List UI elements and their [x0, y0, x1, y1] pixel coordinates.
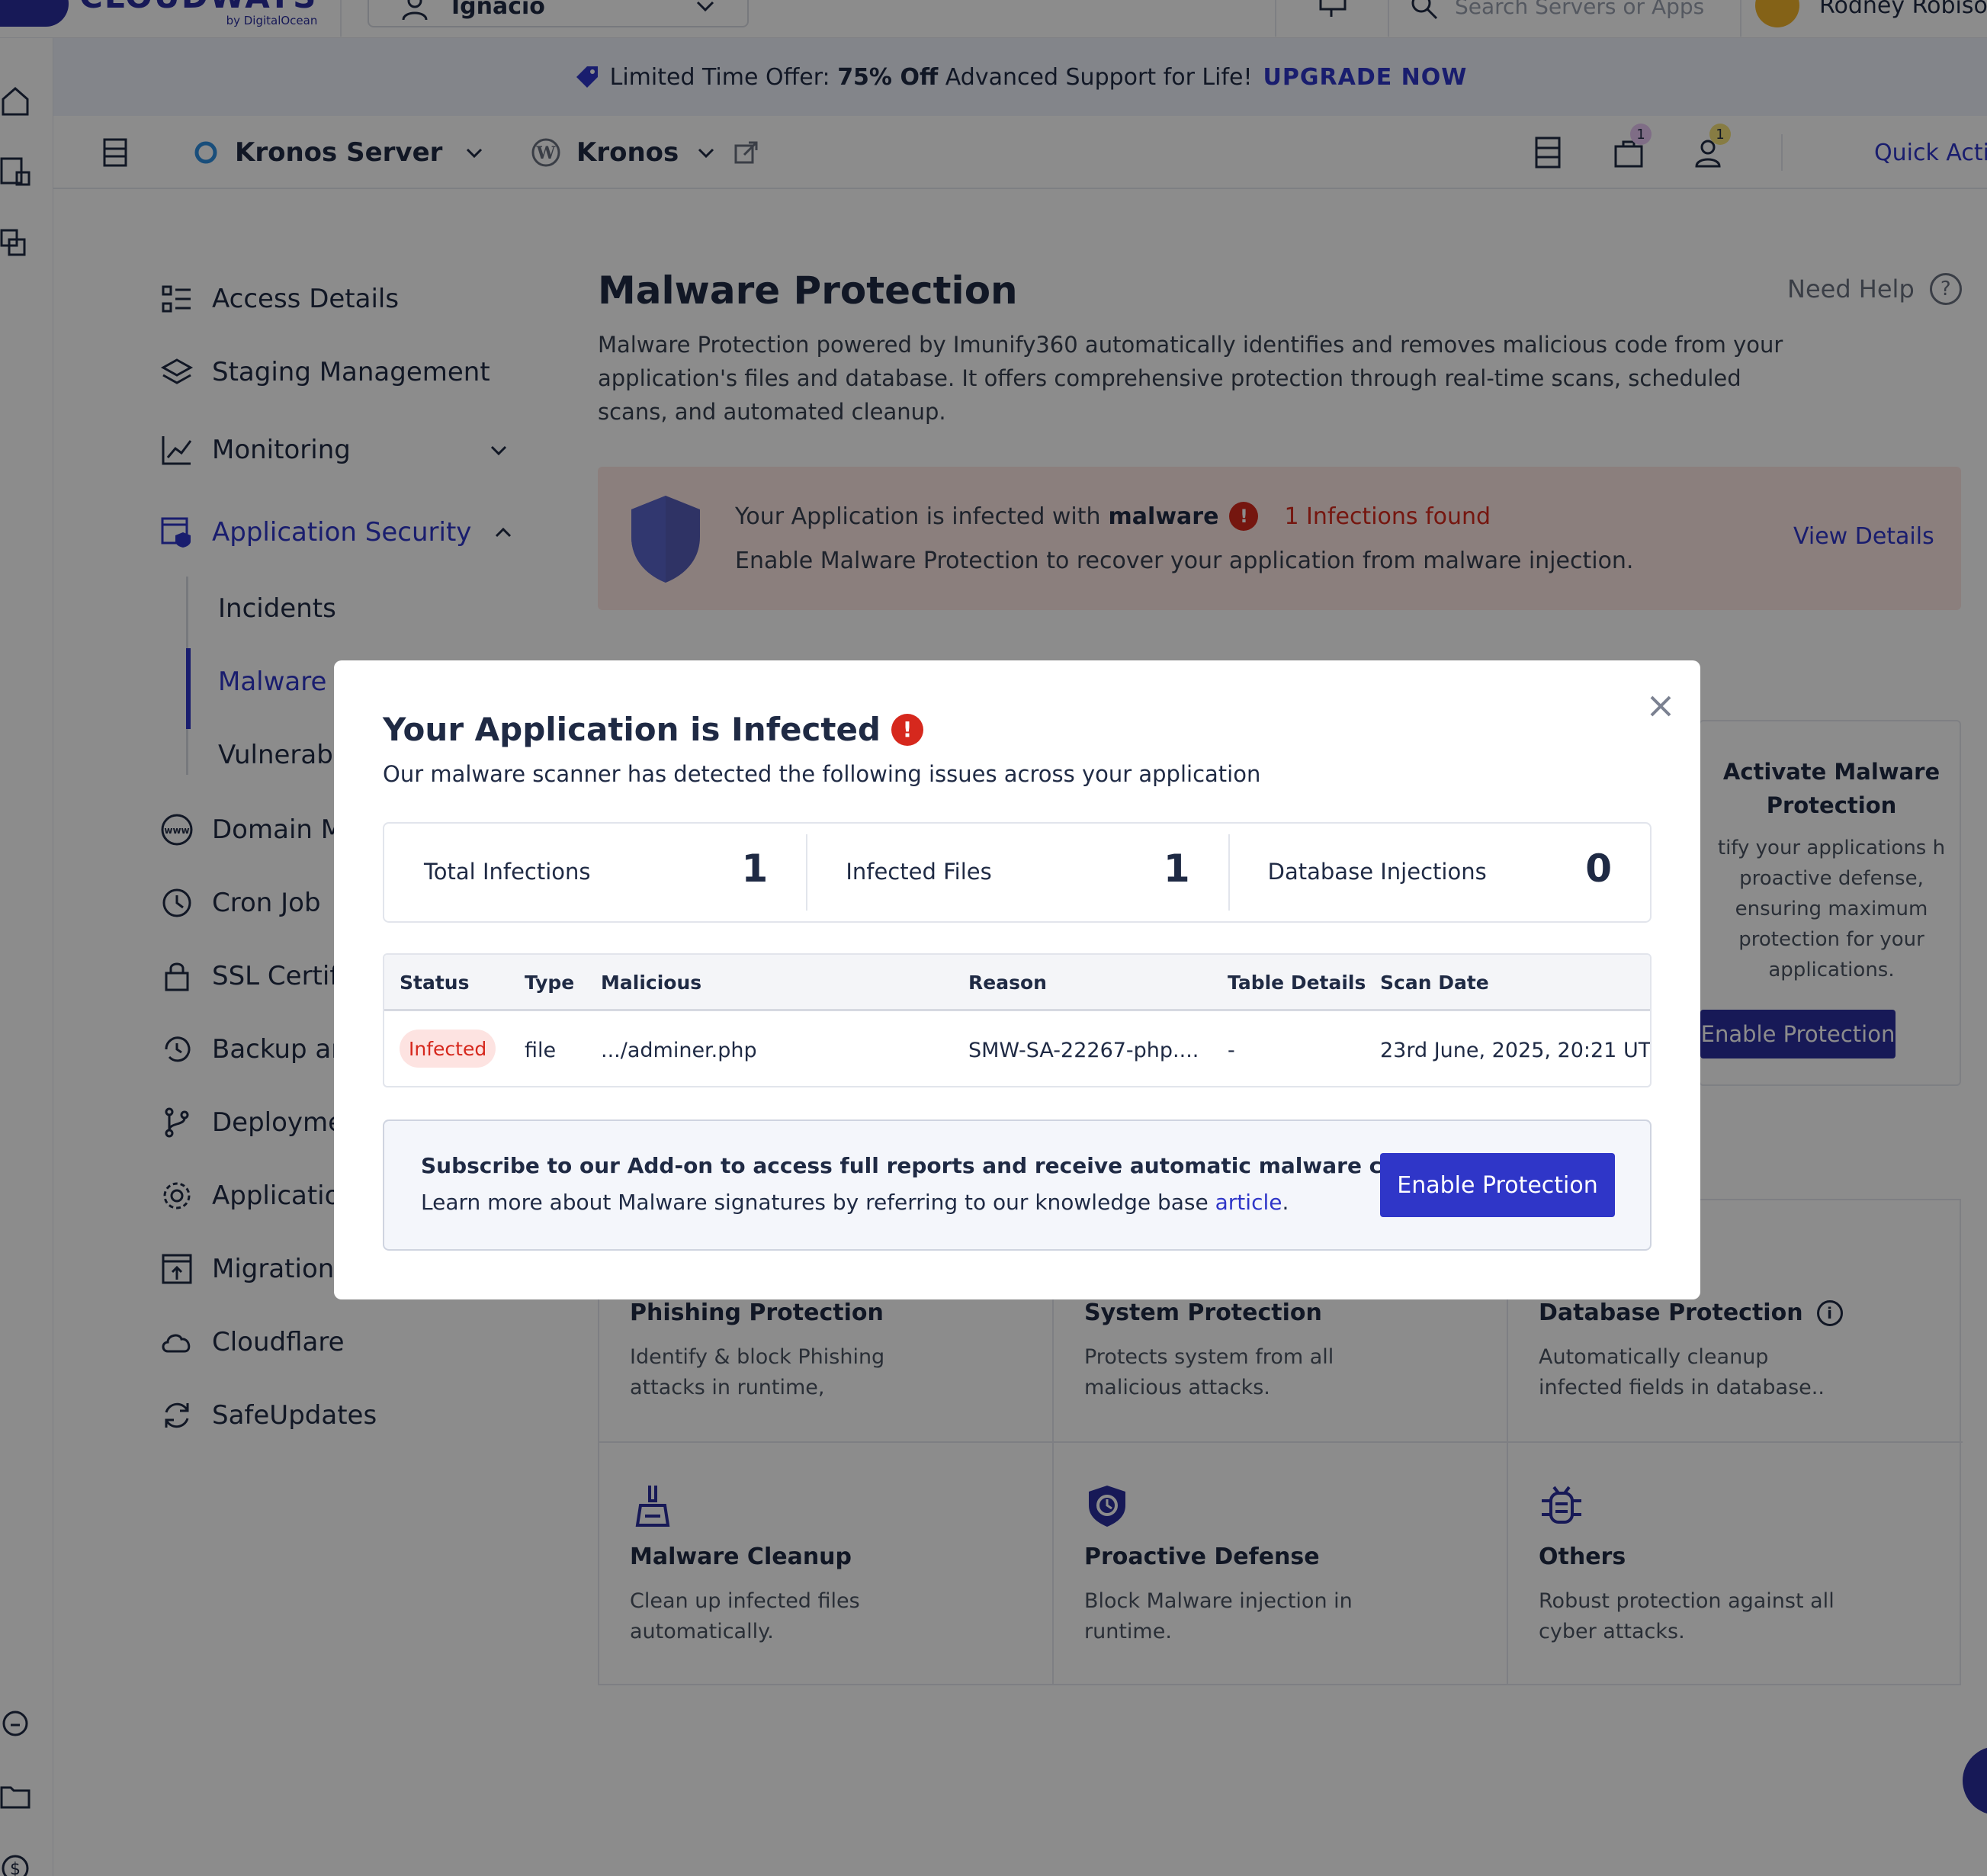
stat-label: Database Injections — [1267, 859, 1487, 885]
column-header-status: Status — [400, 972, 470, 994]
cell-malicious: .../adminer.php — [601, 1039, 757, 1062]
modal-title: Your Application is Infected — [383, 711, 881, 748]
alert-exclamation-icon: ! — [891, 713, 923, 746]
knowledge-base-suffix: . — [1282, 1190, 1289, 1215]
column-header-type: Type — [525, 972, 575, 994]
column-header-scan-date: Scan Date — [1380, 972, 1489, 994]
knowledge-base-text: Learn more about Malware signatures by r… — [421, 1190, 1289, 1215]
cell-table-details: - — [1228, 1039, 1235, 1062]
cell-type: file — [525, 1039, 557, 1062]
column-header-table-details: Table Details — [1228, 972, 1366, 994]
subscribe-panel: Subscribe to our Add-on to access full r… — [383, 1119, 1652, 1251]
knowledge-base-prefix: Learn more about Malware signatures by r… — [421, 1190, 1209, 1215]
modal-title-row: Your Application is Infected ! — [383, 711, 923, 748]
cell-reason: SMW-SA-22267-php.... — [968, 1039, 1199, 1062]
infections-table: Status Type Malicious Reason Table Detai… — [383, 953, 1652, 1087]
stat-value: 1 — [1163, 846, 1190, 891]
stat-label: Infected Files — [846, 859, 992, 885]
cell-scan-date: 23rd June, 2025, 20:21 UTC — [1380, 1039, 1652, 1062]
subscribe-text: Subscribe to our Add-on to access full r… — [421, 1153, 1479, 1178]
infection-stats: Total Infections 1 Infected Files 1 Data… — [383, 822, 1652, 923]
column-header-reason: Reason — [968, 972, 1047, 994]
modal-subtitle: Our malware scanner has detected the fol… — [383, 761, 1261, 787]
stat-value: 1 — [741, 846, 769, 891]
article-link[interactable]: article — [1215, 1190, 1282, 1215]
stat-value: 0 — [1585, 846, 1612, 891]
table-header: Status Type Malicious Reason Table Detai… — [384, 955, 1650, 1011]
stat-database-injections: Database Injections 0 — [1228, 824, 1650, 921]
close-icon[interactable] — [1644, 689, 1677, 723]
status-badge: Infected — [400, 1030, 496, 1068]
stat-infected-files: Infected Files 1 — [806, 824, 1228, 921]
stat-total-infections: Total Infections 1 — [384, 824, 806, 921]
column-header-malicious: Malicious — [601, 972, 702, 994]
stat-label: Total Infections — [424, 859, 591, 885]
enable-protection-button[interactable]: Enable Protection — [1380, 1153, 1615, 1217]
infected-modal: Your Application is Infected ! Our malwa… — [334, 660, 1700, 1299]
